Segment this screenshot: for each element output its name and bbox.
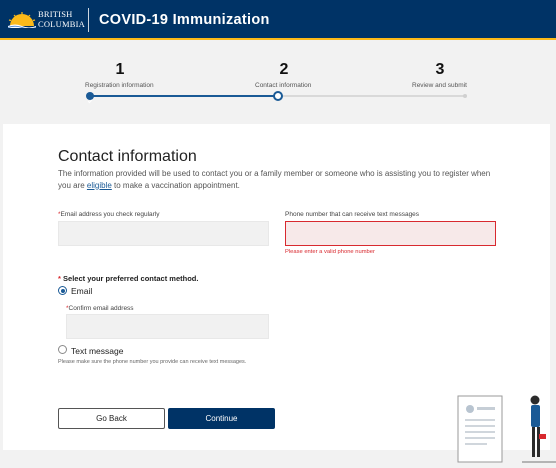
eligible-link[interactable]: eligible	[87, 181, 112, 190]
step-1-number: 1	[115, 61, 125, 78]
header-divider	[88, 8, 89, 32]
email-label-text: Email address you check regularly	[60, 211, 160, 218]
confirm-email-label: *Confirm email address	[66, 305, 134, 312]
step-2-number: 2	[279, 61, 289, 78]
step-2-label: Contact information	[255, 82, 312, 89]
text-message-radio-label[interactable]: Text message	[71, 346, 123, 356]
progress-track-remaining	[278, 95, 465, 97]
contact-method-required-mark: *	[58, 274, 61, 283]
continue-button[interactable]: Continue	[168, 408, 275, 429]
confirm-email-input[interactable]	[66, 314, 269, 339]
form-heading: Contact information	[58, 148, 197, 165]
email-radio[interactable]	[58, 286, 67, 295]
phone-label: Phone number that can receive text messa…	[285, 211, 420, 218]
text-message-radio[interactable]	[58, 345, 67, 354]
go-back-button[interactable]: Go Back	[58, 408, 165, 429]
step-3-pending-dot-icon	[463, 94, 467, 98]
email-label: *Email address you check regularly	[58, 211, 160, 218]
logo-wordmark: BRITISH COLUMBIA	[38, 9, 85, 29]
email-input[interactable]	[58, 221, 269, 246]
step-2-current-dot-icon	[273, 91, 283, 101]
step-1-label: Registration information	[85, 82, 154, 89]
app-header: BRITISH COLUMBIA COVID-19 Immunization	[0, 0, 556, 40]
form-intro: The information provided will be used to…	[58, 168, 498, 191]
page-title: COVID-19 Immunization	[99, 12, 270, 28]
intro-text-after: to make a vaccination appointment.	[111, 180, 240, 190]
logo-line-2: COLUMBIA	[38, 18, 85, 29]
confirm-email-label-text: Confirm email address	[68, 305, 134, 312]
progress-stepper: 1 Registration information 2 Contact inf…	[0, 42, 556, 120]
text-message-note: Please make sure the phone number you pr…	[58, 359, 247, 365]
bc-sun-logo-icon	[8, 12, 36, 28]
contact-method-title: * Select your preferred contact method.	[58, 274, 198, 283]
progress-track-complete	[90, 95, 278, 97]
phone-error-message: Please enter a valid phone number	[285, 249, 375, 255]
bc-logo[interactable]: BRITISH COLUMBIA	[8, 7, 86, 33]
phone-input[interactable]	[285, 221, 496, 246]
email-radio-label[interactable]: Email	[71, 286, 92, 296]
step-3-label: Review and submit	[412, 82, 467, 89]
step-1-done-check-icon	[86, 92, 94, 104]
step-3-number: 3	[435, 61, 445, 78]
form-illustration-icon	[457, 395, 556, 463]
contact-method-title-text: Select your preferred contact method.	[63, 274, 199, 283]
